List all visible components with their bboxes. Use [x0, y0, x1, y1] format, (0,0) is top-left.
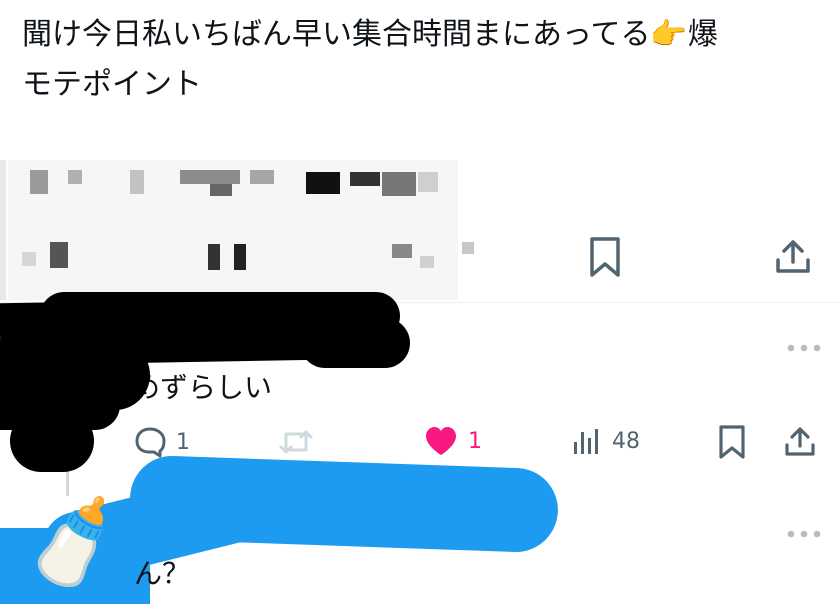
scribble-stroke — [10, 410, 94, 472]
censor-block — [130, 170, 144, 194]
censor-block — [306, 172, 340, 194]
tweet-text-line2: モテポイント — [22, 67, 202, 102]
censor-block — [180, 170, 240, 184]
reply-bookmark-button[interactable] — [718, 424, 746, 460]
censor-block — [234, 244, 246, 270]
heart-filled-icon — [426, 427, 456, 455]
bookmark-icon — [719, 425, 745, 459]
censor-block — [382, 172, 416, 196]
censor-block — [208, 244, 220, 270]
more-horizontal-icon[interactable] — [786, 338, 822, 352]
reply-count: 1 — [176, 429, 190, 455]
censor-block — [350, 172, 380, 186]
like-button[interactable]: 1 — [424, 426, 482, 456]
scribble-stroke — [300, 318, 410, 368]
bar-chart-icon — [574, 429, 598, 454]
reply-share-button[interactable] — [784, 426, 816, 458]
tweet-text-line1-end: 爆 — [687, 17, 718, 52]
views-button[interactable]: 48 — [572, 426, 640, 456]
bookmark-button[interactable] — [588, 236, 622, 278]
censor-block — [50, 242, 68, 268]
tweet-text: 聞け今日私いちばん早い集合時間まにあってる👈爆 モテポイント — [22, 10, 822, 110]
tweet-text-line1: 聞け今日私いちばん早い集合時間まにあってる — [22, 17, 651, 52]
censor-block — [68, 170, 82, 184]
reply-text: ん？ — [134, 557, 191, 590]
like-count: 1 — [468, 428, 482, 454]
censor-block — [420, 256, 434, 268]
pointing-hand-emoji: 👈 — [650, 17, 688, 52]
reply-button[interactable]: 1 — [134, 426, 190, 458]
retweet-icon — [279, 430, 313, 454]
bookmark-icon — [590, 237, 620, 277]
share-button[interactable] — [774, 238, 812, 276]
censor-block — [250, 170, 274, 184]
share-upload-icon — [785, 427, 815, 456]
censor-block — [418, 172, 438, 192]
speech-bubble-icon — [135, 427, 166, 458]
censor-block — [210, 184, 232, 196]
censor-block — [392, 244, 412, 258]
censor-edge — [0, 160, 6, 300]
censor-block — [22, 252, 36, 266]
retweet-button[interactable] — [278, 428, 314, 456]
censor-block — [462, 242, 474, 254]
reply-text: めずらしい — [132, 371, 273, 404]
censor-block — [30, 170, 48, 194]
more-horizontal-icon[interactable] — [786, 524, 822, 538]
share-upload-icon — [776, 240, 810, 273]
views-count: 48 — [612, 428, 640, 454]
